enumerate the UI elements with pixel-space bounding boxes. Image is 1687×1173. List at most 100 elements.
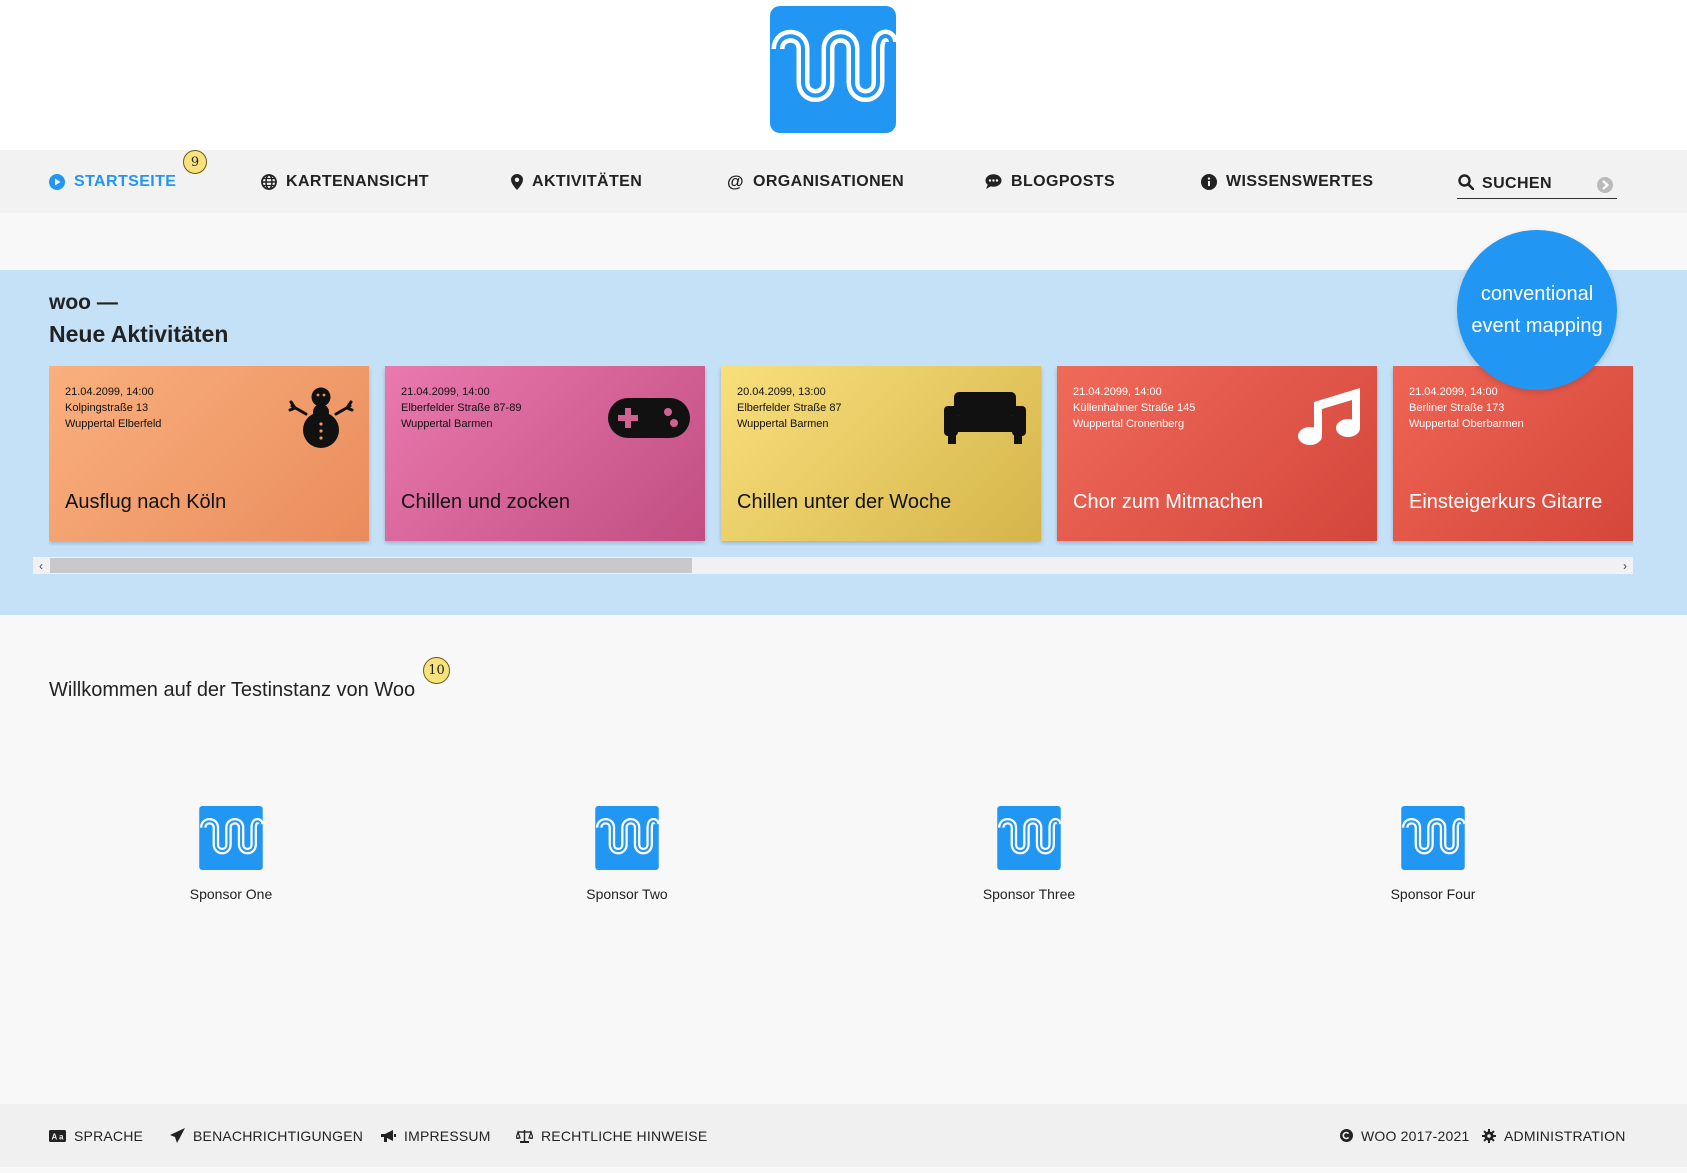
nav-label-wissenswertes: WISSENSWERTES — [1226, 172, 1374, 190]
card-info: 21.04.2099, 14:00 Kolpingstraße 13 Wuppe… — [65, 384, 161, 432]
search-icon — [1458, 174, 1474, 190]
card-street: Elberfelder Straße 87 — [737, 402, 842, 414]
footer-label-benachrichtigungen: BENACHRICHTIGUNGEN — [193, 1127, 364, 1144]
card-date: 20.04.2099, 13:00 — [737, 386, 826, 398]
svg-text:A: A — [52, 1132, 58, 1141]
sponsor-three[interactable]: Sponsor Three — [929, 806, 1129, 902]
card-info: 21.04.2099, 14:00 Berliner Straße 173 Wu… — [1409, 384, 1524, 432]
card-city: Wuppertal Cronenberg — [1073, 418, 1185, 430]
footer-label-sprache: SPRACHE — [74, 1127, 144, 1144]
card-street: Berliner Straße 173 — [1409, 402, 1505, 414]
search-input[interactable] — [1482, 172, 1592, 196]
event-mapping-badge[interactable]: conventional event mapping — [1457, 230, 1617, 390]
sponsor-logo — [199, 806, 263, 870]
nav-item-aktivitaeten[interactable]: AKTIVITÄTEN — [511, 150, 642, 213]
info-icon — [1201, 173, 1217, 190]
footer-label-rechtliche-hinweise: RECHTLICHE HINWEISE — [541, 1127, 708, 1144]
activity-card[interactable]: 21.04.2099, 14:00 Küllenhahner Straße 14… — [1057, 366, 1377, 541]
card-info: 21.04.2099, 14:00 Elberfelder Straße 87-… — [401, 384, 521, 432]
speech-bubble-icon — [985, 174, 1002, 189]
card-date: 21.04.2099, 14:00 — [1073, 386, 1162, 398]
welcome-text: Willkommen auf der Testinstanz von Woo — [49, 679, 416, 701]
nav-label-organisationen: ORGANISATIONEN — [752, 172, 905, 190]
section-label: woo — — [49, 291, 118, 314]
hint-badge-welcome: 10 — [423, 657, 450, 684]
activity-card[interactable]: 21.04.2099, 14:00 Kolpingstraße 13 Wuppe… — [49, 366, 369, 541]
card-street: Kolpingstraße 13 — [65, 402, 149, 414]
scroll-right-arrow[interactable]: › — [1617, 557, 1633, 574]
sponsor-logo — [595, 806, 659, 870]
gear-icon — [1482, 1128, 1496, 1143]
search-box — [1457, 172, 1617, 199]
card-info: 21.04.2099, 14:00 Küllenhahner Straße 14… — [1073, 384, 1195, 432]
gamepad-icon — [608, 398, 690, 438]
card-street: Küllenhahner Straße 145 — [1073, 402, 1196, 414]
footer-benachrichtigungen[interactable]: BENACHRICHTIGUNGEN — [170, 1104, 363, 1167]
nav-item-startseite[interactable]: STARTSEITE — [49, 150, 176, 213]
nav-item-organisationen[interactable]: @ ORGANISATIONEN — [727, 150, 904, 213]
nav-label-blogposts: BLOGPOSTS — [1011, 172, 1116, 190]
activity-card[interactable]: 21.04.2099, 14:00 Berliner Straße 173 Wu… — [1393, 366, 1633, 541]
badge-line-2: event mapping — [1471, 315, 1603, 337]
card-city: Wuppertal Oberbarmen — [1409, 418, 1524, 430]
scale-icon — [516, 1129, 533, 1143]
footer-impressum[interactable]: IMPRESSUM — [380, 1104, 491, 1167]
activity-card[interactable]: 20.04.2099, 13:00 Elberfelder Straße 87 … — [721, 366, 1041, 541]
snowman-icon — [288, 387, 354, 448]
play-circle-icon — [49, 173, 65, 190]
sponsor-logo — [1401, 806, 1465, 870]
main-navigation: STARTSEITE KARTENANSICHT AKTIVITÄTEN @ O… — [0, 150, 1687, 213]
nav-label-kartenansicht: KARTENANSICHT — [286, 172, 429, 190]
svg-text:a: a — [59, 1132, 64, 1141]
card-title: Chillen und zocken — [401, 491, 570, 513]
card-title: Einsteigerkurs Gitarre — [1409, 491, 1603, 513]
sponsor-name: Sponsor One — [189, 886, 273, 902]
music-note-icon — [1298, 388, 1360, 445]
sponsor-logo — [997, 806, 1061, 870]
card-date: 21.04.2099, 14:00 — [401, 386, 490, 398]
nav-item-wissenswertes[interactable]: WISSENSWERTES — [1201, 150, 1373, 213]
sponsor-four[interactable]: Sponsor Four — [1333, 806, 1533, 902]
globe-icon — [261, 173, 277, 190]
activity-carousel: 21.04.2099, 14:00 Kolpingstraße 13 Wuppe… — [49, 366, 1633, 546]
hint-badge-nav: 9 — [183, 150, 207, 174]
copyright-icon — [1340, 1129, 1353, 1142]
footer-administration[interactable]: ADMINISTRATION — [1482, 1104, 1626, 1167]
card-city: Wuppertal Elberfeld — [65, 418, 162, 430]
sponsor-name: Sponsor Two — [586, 886, 668, 902]
scroll-thumb[interactable] — [50, 558, 692, 573]
card-info: 20.04.2099, 13:00 Elberfelder Straße 87 … — [737, 384, 842, 432]
card-city: Wuppertal Barmen — [737, 418, 829, 430]
card-street: Elberfelder Straße 87-89 — [401, 402, 522, 414]
sofa-icon — [944, 392, 1026, 444]
footer-rechtliche-hinweise[interactable]: RECHTLICHE HINWEISE — [516, 1104, 707, 1167]
card-title: Chor zum Mitmachen — [1073, 491, 1264, 513]
nav-item-kartenansicht[interactable]: KARTENANSICHT — [261, 150, 429, 213]
nav-label-aktivitaeten: AKTIVITÄTEN — [532, 172, 643, 190]
sponsor-two[interactable]: Sponsor Two — [527, 806, 727, 902]
section-title: Neue Aktivitäten — [49, 321, 229, 347]
language-icon: Aa — [49, 1129, 66, 1142]
footer-label-copyright: WOO 2017-2021 — [1361, 1127, 1470, 1144]
card-date: 21.04.2099, 14:00 — [65, 386, 154, 398]
badge-line-1: conventional — [1480, 283, 1594, 305]
footer: Aa SPRACHE BENACHRICHTIGUNGEN IMPRESSUM … — [0, 1104, 1687, 1167]
sponsor-one[interactable]: Sponsor One — [131, 806, 331, 902]
footer-sprache[interactable]: Aa SPRACHE — [49, 1104, 143, 1167]
woo-logo[interactable] — [770, 6, 898, 133]
at-sign-icon: @ — [727, 171, 744, 191]
footer-label-administration: ADMINISTRATION — [1504, 1127, 1626, 1144]
nav-item-blogposts[interactable]: BLOGPOSTS — [985, 150, 1115, 213]
card-title: Ausflug nach Köln — [65, 491, 227, 513]
card-title: Chillen unter der Woche — [737, 491, 952, 513]
arrow-circle-right-icon[interactable] — [1597, 177, 1613, 193]
nav-label-startseite: STARTSEITE — [74, 172, 177, 190]
activity-card[interactable]: 21.04.2099, 14:00 Elberfelder Straße 87-… — [385, 366, 705, 541]
sponsor-name: Sponsor Four — [1390, 886, 1476, 902]
sponsor-name: Sponsor Three — [982, 886, 1076, 902]
carousel-scrollbar[interactable]: ‹ › — [33, 557, 1633, 574]
card-date: 21.04.2099, 14:00 — [1409, 386, 1498, 398]
footer-label-impressum: IMPRESSUM — [404, 1127, 491, 1144]
megaphone-icon — [381, 1129, 396, 1142]
scroll-left-arrow[interactable]: ‹ — [33, 557, 49, 574]
